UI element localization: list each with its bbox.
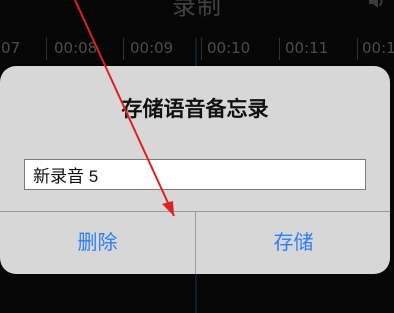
save-memo-alert: 存储语音备忘录 删除 存储: [0, 66, 390, 274]
memo-name-input[interactable]: [24, 159, 366, 190]
alert-title: 存储语音备忘录: [121, 97, 269, 121]
save-button[interactable]: 存储: [196, 212, 390, 274]
delete-button[interactable]: 删除: [0, 212, 195, 274]
